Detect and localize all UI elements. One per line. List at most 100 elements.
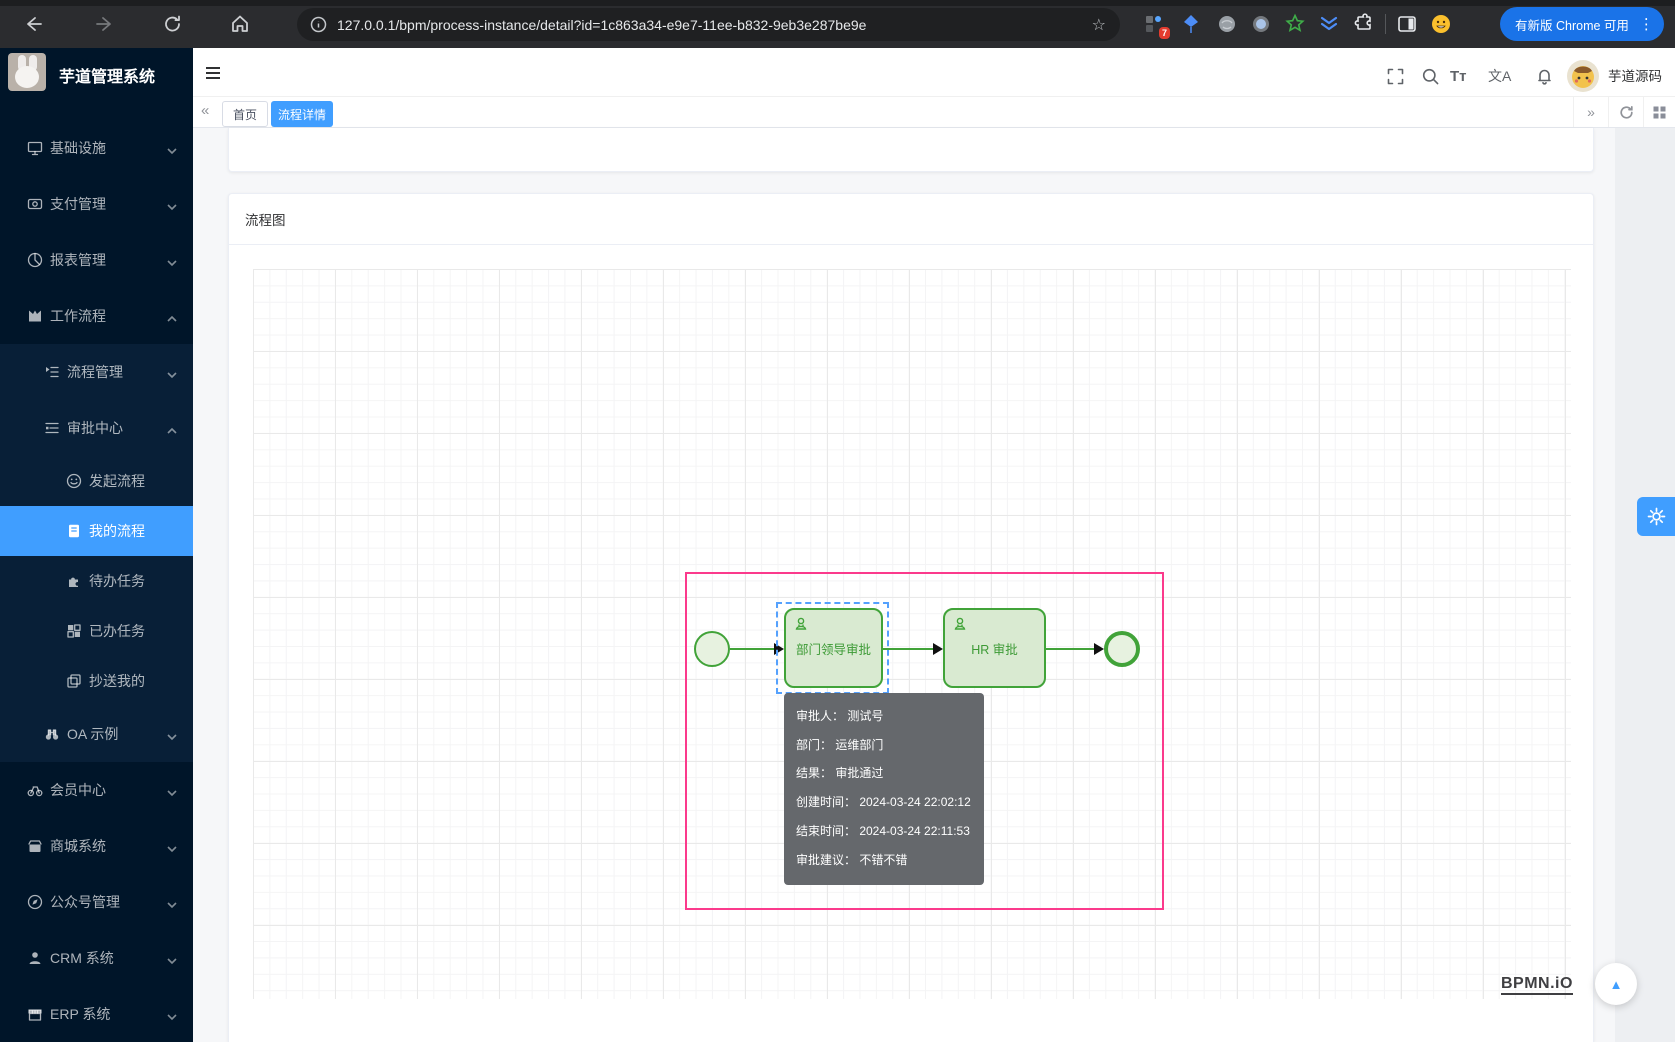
chevron-down-icon	[167, 255, 177, 265]
extension-icon-5[interactable]	[1284, 13, 1306, 35]
chevron-down-icon	[167, 785, 177, 795]
toolbar-separator	[1385, 14, 1386, 34]
chevron-down-icon	[167, 953, 177, 963]
font-size-icon[interactable]: Tт	[1450, 67, 1467, 86]
bpmn-io-watermark[interactable]: BPMN.iO	[1501, 974, 1573, 995]
chevron-down-icon	[167, 841, 177, 851]
tabs-scroll-left-icon[interactable]: «	[201, 102, 209, 119]
logo-art	[15, 66, 39, 88]
sidebar-item-official-account[interactable]: 公众号管理	[0, 874, 193, 930]
bpmn-canvas[interactable]: 部门领导审批 HR 审批 审批人： 测试号 部门： 运维部门 结果： 审批通过 …	[253, 269, 1571, 999]
address-bar[interactable]: 127.0.0.1/bpm/process-instance/detail?id…	[297, 8, 1120, 41]
monitor-icon	[27, 140, 43, 156]
sidebar-menu: 基础设施 支付管理 报表管理 工作流程 流程管理	[0, 120, 193, 1042]
sidebar-item-start-process[interactable]: 发起流程	[0, 456, 193, 506]
search-icon[interactable]	[1421, 67, 1440, 86]
sequence-flow	[883, 648, 934, 650]
notification-bell-icon[interactable]	[1535, 67, 1554, 86]
shop-icon	[27, 838, 43, 854]
sidebar-item-infrastructure[interactable]: 基础设施	[0, 120, 193, 176]
bpmn-end-event[interactable]	[1104, 631, 1140, 667]
scroll-gutter[interactable]	[1615, 128, 1675, 1042]
extension-icon-3[interactable]	[1216, 13, 1238, 35]
extension-icon-4[interactable]	[1250, 13, 1272, 35]
selection-outline	[776, 602, 889, 694]
menu-collapse-icon[interactable]	[203, 63, 223, 83]
workflow-icon	[27, 308, 43, 324]
site-info-icon[interactable]	[310, 16, 327, 33]
chevron-down-icon	[167, 367, 177, 377]
user-icon	[27, 950, 43, 966]
arrowhead-icon	[1094, 643, 1104, 655]
extension-icon-6[interactable]	[1318, 13, 1340, 35]
main-content: 流程图 部门领导审批 HR 审批	[193, 128, 1675, 1042]
sidebar-item-mall-system[interactable]: 商城系统	[0, 818, 193, 874]
layout-grid-icon[interactable]	[1643, 97, 1675, 127]
book-icon	[66, 523, 82, 539]
tab-process-detail[interactable]: 流程详情	[271, 101, 333, 127]
chevron-up-icon	[167, 311, 177, 321]
browser-tab-strip	[0, 0, 1675, 6]
browser-forward-icon[interactable]	[95, 14, 115, 34]
sidebar-item-process-management[interactable]: 流程管理	[0, 344, 193, 400]
back-to-top-button[interactable]: ▲	[1595, 963, 1637, 1005]
fullscreen-icon[interactable]	[1386, 67, 1405, 86]
page-tabs-bar: « 首页 流程详情 »	[193, 97, 1675, 128]
browser-home-icon[interactable]	[230, 14, 250, 34]
settings-gear-button[interactable]	[1637, 497, 1675, 536]
chrome-update-chip[interactable]: 有新版 Chrome 可用 ⋮	[1500, 7, 1664, 41]
username[interactable]: 芋道源码	[1608, 65, 1662, 85]
sidebar-item-workflow[interactable]: 工作流程	[0, 288, 193, 344]
copy-icon	[66, 673, 82, 689]
tab-refresh-icon[interactable]	[1608, 97, 1643, 127]
sidebar-item-todo-tasks[interactable]: 待办任务	[0, 556, 193, 606]
url-text[interactable]: 127.0.0.1/bpm/process-instance/detail?id…	[337, 17, 1092, 33]
extension-icon-1[interactable]: 7	[1143, 13, 1165, 35]
grid-squares-icon	[66, 623, 82, 639]
compass-icon	[27, 894, 43, 910]
arrowhead-icon	[933, 643, 943, 655]
sidebar-item-report[interactable]: 报表管理	[0, 232, 193, 288]
chevron-up-icon	[167, 423, 177, 433]
profile-avatar-icon[interactable]	[1430, 13, 1452, 35]
sidebar-item-oa-example[interactable]: OA 示例	[0, 706, 193, 762]
puzzle-icon	[66, 573, 82, 589]
sidebar-item-member-center[interactable]: 会员中心	[0, 762, 193, 818]
side-panel-icon[interactable]	[1396, 13, 1418, 35]
screen: 127.0.0.1/bpm/process-instance/detail?id…	[0, 0, 1675, 1042]
extensions-puzzle-icon[interactable]	[1353, 13, 1375, 35]
pie-chart-icon	[27, 252, 43, 268]
tab-home[interactable]: 首页	[222, 101, 268, 127]
sidebar-item-payment[interactable]: 支付管理	[0, 176, 193, 232]
list-indent-icon	[44, 364, 60, 380]
bpmn-start-event[interactable]	[694, 631, 730, 667]
sidebar-item-cc-me[interactable]: 抄送我的	[0, 656, 193, 706]
app-header: Tт 文A 芋道源码	[193, 48, 1675, 97]
stacked-list-icon	[44, 420, 60, 436]
sidebar-item-approval-center[interactable]: 审批中心	[0, 400, 193, 456]
extension-icon-2[interactable]	[1180, 13, 1202, 35]
payment-icon	[27, 196, 43, 212]
extension-badge: 7	[1159, 27, 1170, 39]
binoculars-icon	[44, 726, 60, 742]
browser-reload-icon[interactable]	[163, 14, 183, 34]
bicycle-icon	[27, 782, 43, 798]
bookmark-star-icon[interactable]: ☆	[1092, 15, 1106, 35]
sidebar-item-my-process[interactable]: 我的流程	[0, 506, 193, 556]
browser-back-icon[interactable]	[23, 14, 43, 34]
chrome-update-label: 有新版 Chrome 可用	[1515, 15, 1629, 34]
sidebar-item-crm-system[interactable]: CRM 系统	[0, 930, 193, 986]
browser-menu-icon[interactable]: ⋮	[1639, 15, 1654, 33]
card-title: 流程图	[229, 194, 1593, 245]
language-icon[interactable]: 文A	[1488, 67, 1511, 86]
tabs-more-icon[interactable]: »	[1573, 97, 1608, 127]
app-logo[interactable]	[8, 53, 46, 91]
tooltip-line-comment: 审批建议： 不错不错	[796, 846, 972, 875]
chevron-down-icon	[167, 199, 177, 209]
chevron-down-icon	[167, 729, 177, 739]
bpmn-task-hr[interactable]: HR 审批	[943, 608, 1046, 688]
sidebar-item-erp-system[interactable]: ERP 系统	[0, 986, 193, 1042]
smiley-icon	[66, 473, 82, 489]
sidebar-item-done-tasks[interactable]: 已办任务	[0, 606, 193, 656]
user-avatar[interactable]	[1566, 59, 1600, 93]
